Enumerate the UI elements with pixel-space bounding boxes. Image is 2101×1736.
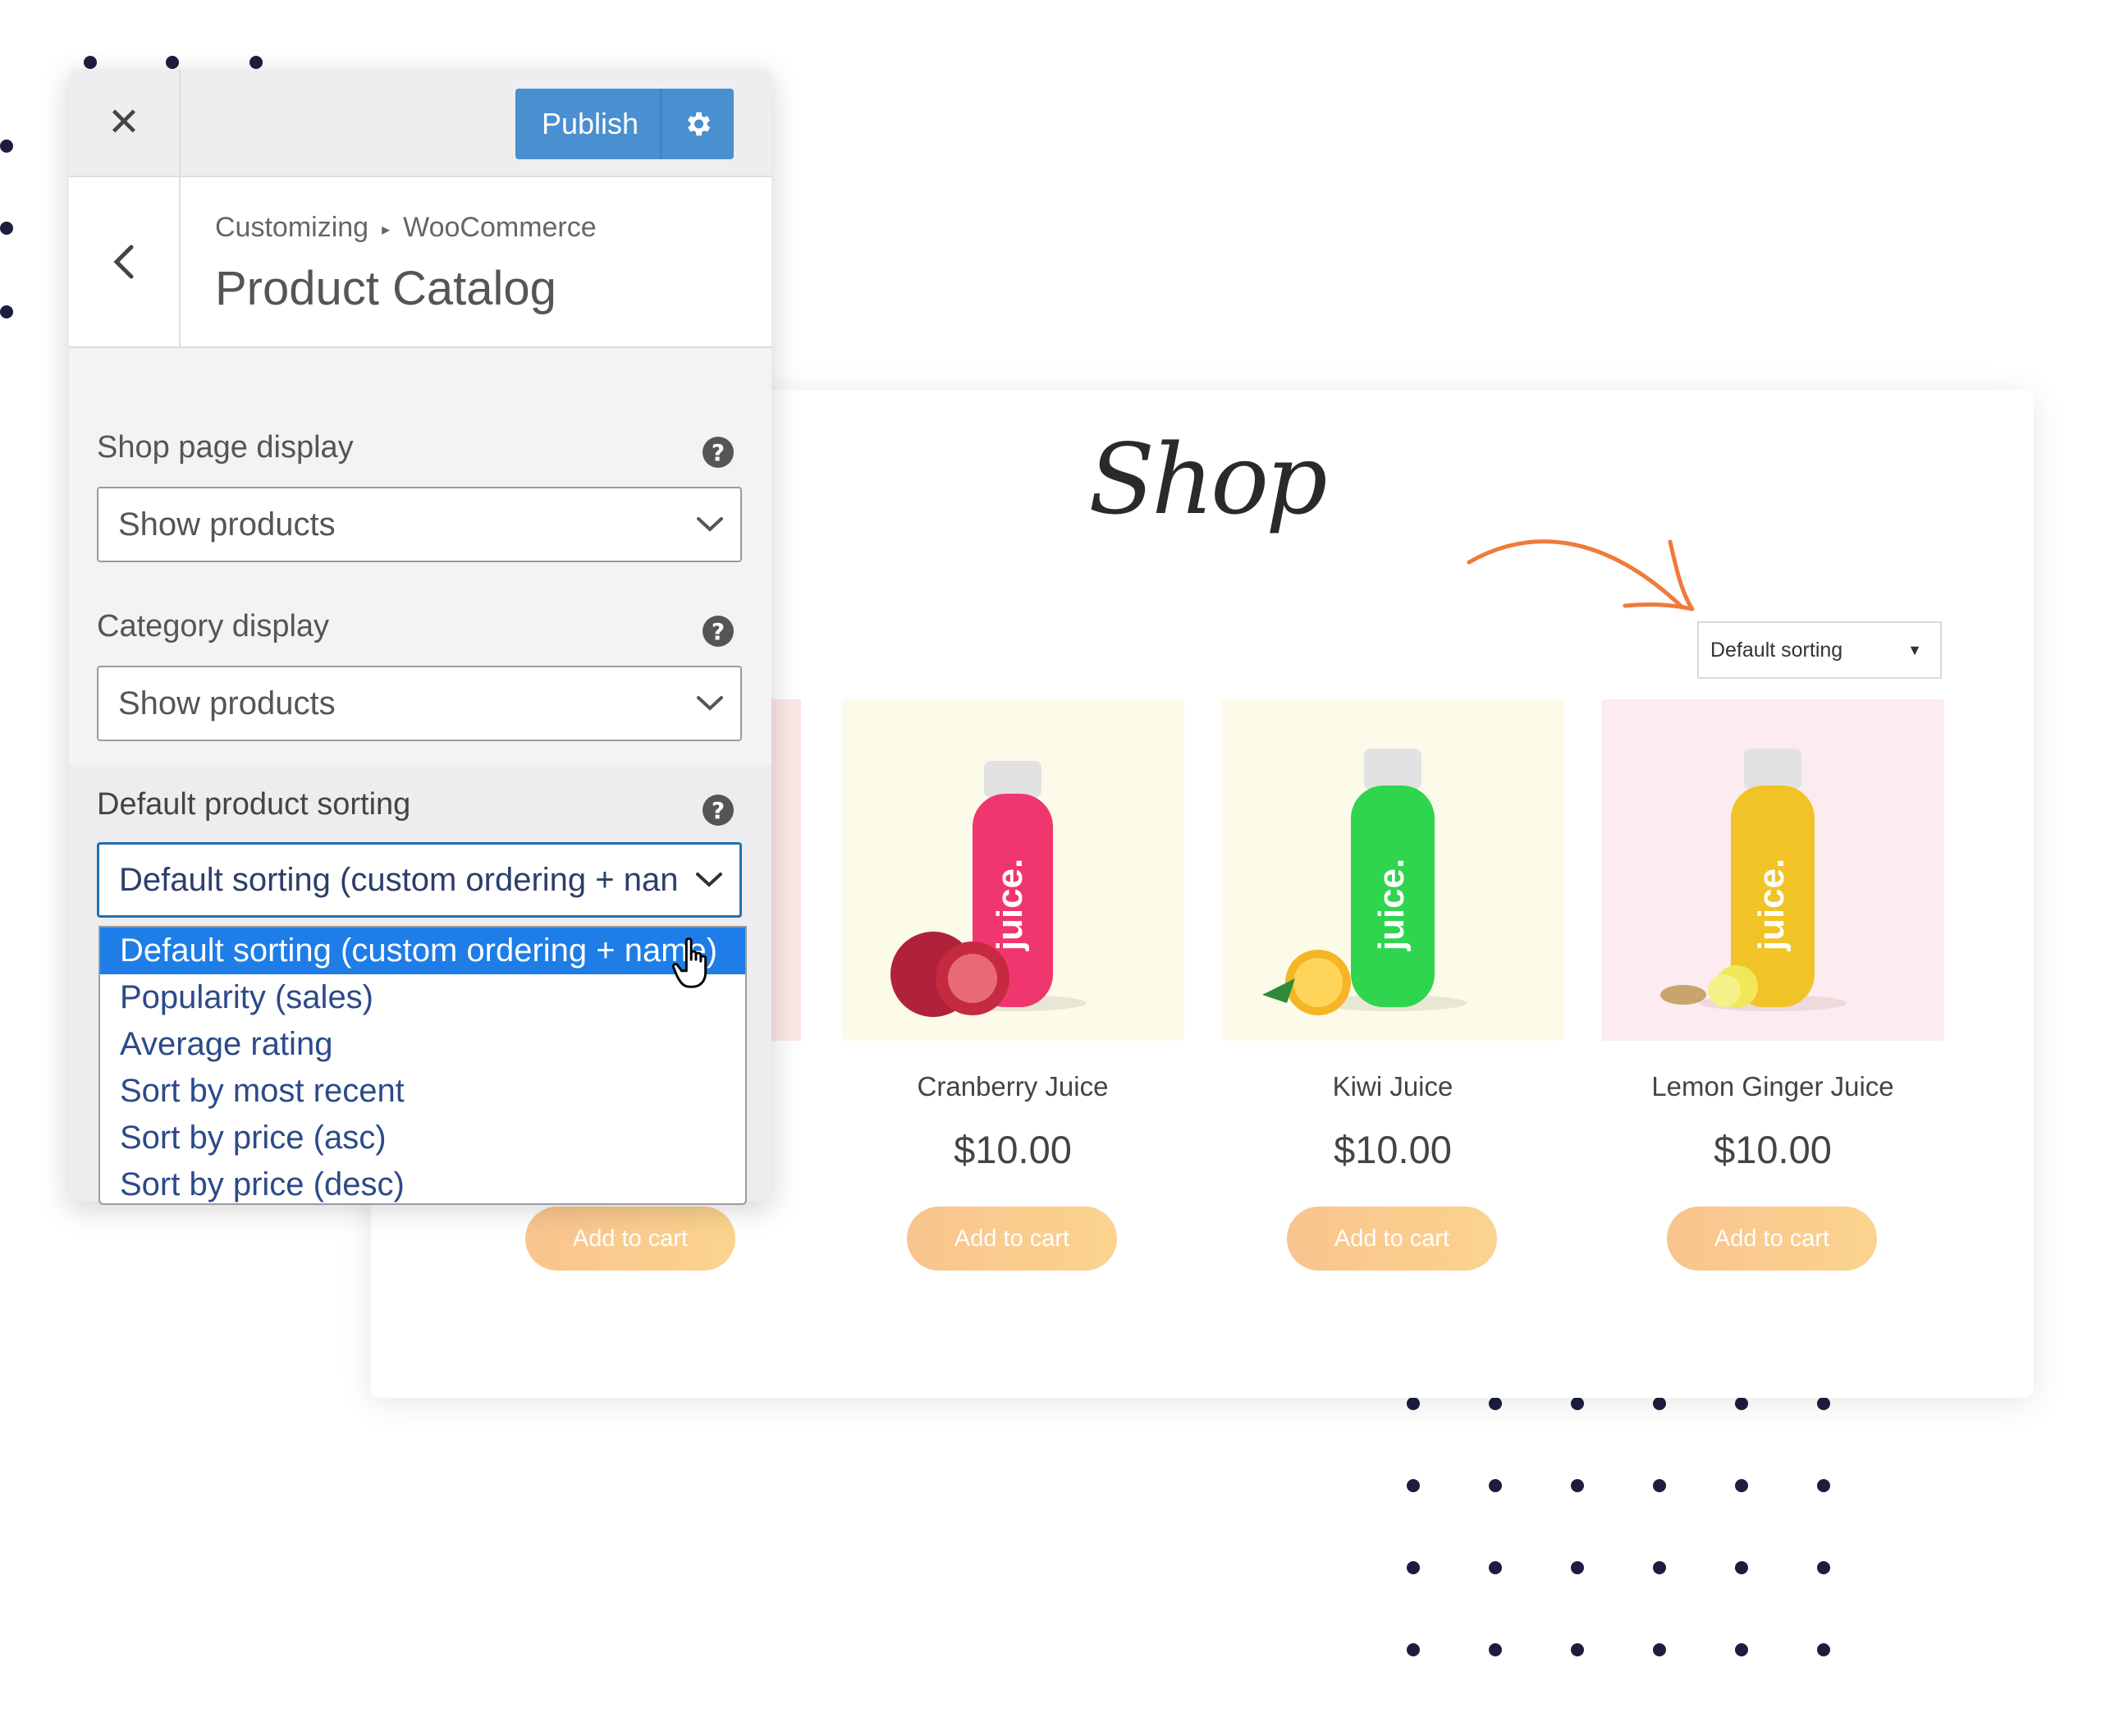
decorative-dot — [1489, 1479, 1502, 1492]
shop-title: Shop — [1088, 423, 1327, 536]
decorative-dot — [1817, 1561, 1830, 1574]
decorative-dot — [1817, 1479, 1830, 1492]
decorative-dot — [1489, 1643, 1502, 1656]
decorative-dot — [1735, 1397, 1748, 1410]
chevron-down-icon — [696, 516, 724, 533]
close-icon[interactable]: ✕ — [69, 69, 181, 176]
shop-sort-value: Default sorting — [1710, 638, 1843, 662]
decorative-dot — [1407, 1397, 1420, 1410]
decorative-dot — [1735, 1643, 1748, 1656]
decorative-dot — [1735, 1561, 1748, 1574]
decorative-dot — [1407, 1479, 1420, 1492]
shop-sort-select[interactable]: Default sorting ▼ — [1697, 621, 1942, 679]
dropdown-option[interactable]: Popularity (sales) — [100, 974, 745, 1021]
decorative-dot — [1571, 1561, 1584, 1574]
decorative-dot — [1817, 1643, 1830, 1656]
add-to-cart-button[interactable]: Add to cart — [907, 1207, 1117, 1271]
decorative-dot — [1407, 1643, 1420, 1656]
dropdown-option[interactable]: Sort by price (desc) — [100, 1161, 745, 1203]
help-icon[interactable]: ? — [703, 616, 734, 647]
breadcrumb-root[interactable]: Customizing — [215, 212, 368, 243]
juice-bottle-icon: juice. — [890, 761, 1087, 1017]
help-icon[interactable]: ? — [703, 437, 734, 468]
decorative-dot — [1489, 1561, 1502, 1574]
breadcrumb-child[interactable]: WooCommerce — [403, 212, 597, 243]
juice-bottle-icon: juice. — [1262, 749, 1467, 1015]
shop-page-display-label: Shop page display — [97, 430, 354, 465]
product-image[interactable]: juice. — [1221, 699, 1564, 1041]
decorative-dot — [1571, 1397, 1584, 1410]
decorative-dot — [1571, 1643, 1584, 1656]
decorative-dot — [1653, 1397, 1666, 1410]
hand-cursor-icon — [671, 937, 707, 988]
customizer-topbar: ✕ Publish — [69, 69, 771, 177]
product-price: $10.00 — [954, 1128, 1072, 1171]
chevron-down-icon — [696, 695, 724, 712]
chevron-left-icon[interactable] — [69, 177, 181, 346]
breadcrumb-separator-icon: ▸ — [382, 220, 391, 239]
select-value: Show products — [118, 685, 336, 721]
dropdown-option[interactable]: Average rating — [100, 1021, 745, 1068]
decorative-dot — [1571, 1479, 1584, 1492]
shop-page-display-select[interactable]: Show products — [97, 487, 742, 562]
partial-product-image — [771, 699, 801, 1041]
breadcrumb: Customizing ▸ WooCommerce — [215, 212, 597, 244]
caret-down-icon: ▼ — [1907, 641, 1922, 658]
bottle-label: juice. — [1751, 859, 1792, 952]
product-name[interactable]: Lemon Ginger Juice — [1601, 1071, 1944, 1102]
decorative-dot — [1653, 1643, 1666, 1656]
product-price: $10.00 — [1714, 1128, 1832, 1171]
publish-button[interactable]: Publish — [515, 89, 734, 159]
decorative-dot — [1653, 1479, 1666, 1492]
select-value: Default sorting (custom ordering + nan — [119, 861, 679, 898]
add-to-cart-button[interactable]: Add to cart — [525, 1207, 735, 1271]
decorative-dot — [1489, 1397, 1502, 1410]
product-price: $10.00 — [1334, 1128, 1452, 1171]
product-image[interactable]: juice. — [841, 699, 1184, 1041]
decorative-dot — [1817, 1397, 1830, 1410]
chevron-down-icon — [695, 872, 723, 888]
dropdown-option[interactable]: Sort by most recent — [100, 1068, 745, 1115]
dropdown-option[interactable]: Default sorting (custom ordering + name) — [100, 928, 745, 974]
decorative-dot — [1653, 1561, 1666, 1574]
pointer-arrow-icon — [1467, 539, 1695, 611]
category-display-label: Category display — [97, 609, 330, 644]
bottle-label: juice. — [990, 859, 1030, 952]
category-display-select[interactable]: Show products — [97, 666, 742, 741]
product-name[interactable]: Kiwi Juice — [1221, 1071, 1564, 1102]
bottle-label: juice. — [1371, 859, 1412, 952]
add-to-cart-button[interactable]: Add to cart — [1667, 1207, 1877, 1271]
dropdown-option[interactable]: Sort by price (asc) — [100, 1115, 745, 1161]
product-name[interactable]: Cranberry Juice — [841, 1071, 1184, 1102]
sorting-dropdown-list: Default sorting (custom ordering + name)… — [98, 926, 747, 1205]
add-to-cart-button[interactable]: Add to cart — [1287, 1207, 1497, 1271]
help-icon[interactable]: ? — [703, 795, 734, 826]
product-image[interactable]: juice. — [1601, 699, 1944, 1041]
decorative-dot — [1407, 1561, 1420, 1574]
juice-bottle-icon: juice. — [1660, 749, 1847, 1011]
default-sorting-select[interactable]: Default sorting (custom ordering + nan — [97, 842, 742, 918]
decorative-dot — [1735, 1479, 1748, 1492]
page-title: Product Catalog — [215, 262, 556, 315]
default-sorting-label: Default product sorting — [97, 787, 411, 822]
publish-label: Publish — [542, 107, 639, 140]
select-value: Show products — [118, 506, 336, 543]
gear-icon[interactable] — [660, 89, 734, 159]
section-header: Customizing ▸ WooCommerce Product Catalog — [69, 177, 771, 348]
